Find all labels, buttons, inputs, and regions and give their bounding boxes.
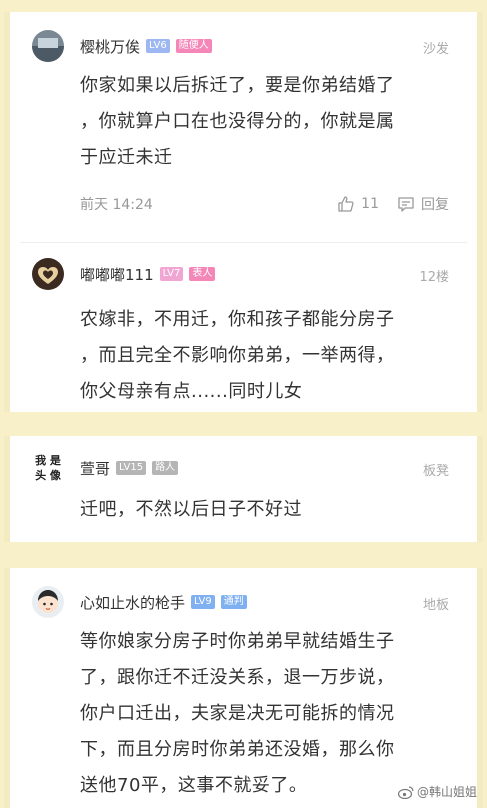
- level-badge: LV15: [116, 461, 147, 475]
- comment-meta: 前天 14:24 11 回复: [80, 194, 449, 214]
- username[interactable]: 嘟嘟嘟111: [80, 264, 154, 285]
- avatar[interactable]: 我 是 头 像: [30, 452, 66, 484]
- comment-header: 心如止水的枪手 LV9 通判: [80, 592, 449, 612]
- like-button[interactable]: 11: [337, 195, 379, 213]
- comment-icon: [398, 197, 414, 212]
- avatar-image: [32, 258, 64, 290]
- comment-text: 农嫁非，不用迁，你和孩子都能分房子 ，而且完全不影响你弟弟，一举两得， 你父母亲…: [80, 302, 447, 410]
- floor-label: 板凳: [422, 464, 449, 479]
- comment-line: ，你就算户口在也没得分的，你就是属: [80, 111, 395, 132]
- comment-card-1: 樱桃万俟 LV6 随便人 沙发 你家如果以后拆迁了，要是你弟结婚了 ，你就算户口…: [4, 12, 483, 412]
- level-badge: LV9: [191, 595, 215, 609]
- like-count: 11: [361, 196, 379, 212]
- avatar-text-line: 头 像: [35, 469, 61, 482]
- reply-button[interactable]: 回复: [397, 194, 449, 214]
- avatar-image: [32, 30, 64, 62]
- weibo-icon: [397, 785, 414, 799]
- username[interactable]: 萱哥: [80, 458, 110, 479]
- comment-card-2: 我 是 头 像 萱哥 LV15 路人 板凳 迁吧，不然以后日子不好过: [4, 436, 483, 542]
- comment-header: 萱哥 LV15 路人: [80, 458, 449, 478]
- avatar[interactable]: [32, 258, 64, 290]
- title-badge: 随便人: [175, 39, 212, 53]
- comment-line: 农嫁非，不用迁，你和孩子都能分房子: [80, 309, 395, 330]
- comment-card-3: 心如止水的枪手 LV9 通判 地板 等你娘家分房子时你弟弟早就结婚生子 了，跟你…: [4, 568, 483, 808]
- avatar-image: [32, 586, 64, 618]
- title-badge: 通判: [220, 595, 247, 609]
- thumbs-up-icon: [338, 196, 354, 212]
- comment-text: 等你娘家分房子时你弟弟早就结婚生子 了，跟你迁不迁没关系，退一万步说， 你户口迁…: [80, 624, 447, 804]
- watermark-text: @韩山姐姐: [416, 785, 477, 799]
- avatar-text-line: 我 是: [35, 454, 61, 467]
- comment-line: 送他70平，这事不就妥了。: [80, 775, 308, 796]
- floor-label: 地板: [422, 598, 449, 613]
- title-badge: 表人: [189, 267, 216, 281]
- username[interactable]: 心如止水的枪手: [80, 592, 185, 613]
- comment-header: 嘟嘟嘟111 LV7 表人: [80, 264, 449, 284]
- level-badge: LV6: [146, 39, 170, 53]
- comment-line: 你父母亲有点......同时儿女: [80, 381, 303, 402]
- watermark: @韩山姐姐: [397, 783, 477, 800]
- floor-label: 12楼: [419, 270, 449, 285]
- comment-line: 迁吧，不然以后日子不好过: [80, 499, 302, 520]
- comment-line: 于应迁未迁: [80, 147, 173, 168]
- username[interactable]: 樱桃万俟: [80, 36, 140, 57]
- comment-header: 樱桃万俟 LV6 随便人: [80, 36, 449, 56]
- comment-line: 了，跟你迁不迁没关系，退一万步说，: [80, 667, 395, 688]
- avatar[interactable]: [32, 586, 64, 618]
- comment-line: ，而且完全不影响你弟弟，一举两得，: [80, 345, 395, 366]
- comment-text: 迁吧，不然以后日子不好过: [80, 492, 447, 528]
- comment-line: 下，而且分房时你弟弟还没婚，那么你: [80, 739, 395, 760]
- divider: [20, 242, 467, 243]
- avatar[interactable]: [32, 30, 64, 62]
- comment-line: 你家如果以后拆迁了，要是你弟结婚了: [80, 75, 395, 96]
- timestamp: 前天 14:24: [80, 197, 153, 213]
- comment-line: 你户口迁出，夫家是决无可能拆的情况: [80, 703, 395, 724]
- avatar-text: 我 是 头 像: [30, 452, 66, 483]
- comment-text: 你家如果以后拆迁了，要是你弟结婚了 ，你就算户口在也没得分的，你就是属 于应迁未…: [80, 68, 447, 176]
- floor-label: 沙发: [422, 42, 449, 57]
- title-badge: 路人: [152, 461, 179, 475]
- level-badge: LV7: [159, 267, 184, 281]
- comment-line: 等你娘家分房子时你弟弟早就结婚生子: [80, 631, 395, 652]
- reply-label: 回复: [421, 197, 449, 213]
